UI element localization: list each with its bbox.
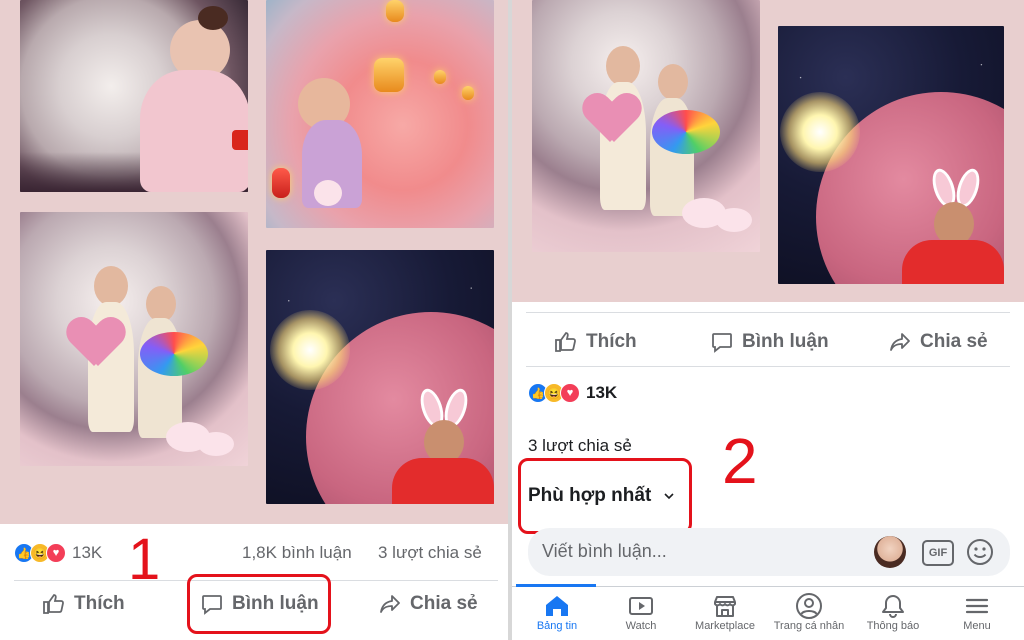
tab-menu[interactable]: Menu bbox=[932, 592, 1022, 632]
reactions-count: 13K bbox=[72, 543, 103, 562]
like-label: Thích bbox=[74, 593, 125, 614]
comment-icon bbox=[712, 333, 732, 353]
tab-notifications[interactable]: Thông báo bbox=[848, 592, 938, 632]
post-photo-girl-lanterns[interactable] bbox=[266, 0, 494, 228]
highlight-box-sort bbox=[518, 458, 692, 534]
shares-count-link[interactable]: 3 lượt chia sẻ bbox=[528, 436, 632, 456]
step-number-2: 2 bbox=[722, 425, 758, 497]
post-photo-grid[interactable] bbox=[0, 0, 508, 524]
tab-label: Bảng tin bbox=[536, 620, 578, 632]
post-photo-man-planet[interactable] bbox=[266, 250, 494, 504]
profile-icon bbox=[796, 593, 822, 619]
bell-icon bbox=[882, 595, 904, 618]
divider bbox=[526, 312, 1010, 313]
left-screenshot: 👍 😆 ♥ 13K 1,8K bình luận 3 lượt chia sẻ … bbox=[0, 0, 508, 640]
share-icon bbox=[890, 333, 910, 351]
comment-placeholder: Viết bình luận... bbox=[542, 541, 667, 561]
active-tab-indicator bbox=[516, 584, 596, 587]
reactions-summary[interactable]: 👍 😆 ♥ 13K bbox=[528, 383, 617, 403]
share-icon bbox=[380, 595, 400, 613]
post-photo-woman-moon[interactable] bbox=[20, 0, 248, 192]
like-button[interactable]: Thích bbox=[554, 330, 637, 354]
video-icon bbox=[629, 597, 653, 615]
home-icon bbox=[546, 596, 568, 616]
like-label: Thích bbox=[586, 331, 637, 352]
shares-count-link[interactable]: 3 lượt chia sẻ bbox=[378, 543, 482, 563]
share-label: Chia sẻ bbox=[920, 331, 988, 352]
tab-profile[interactable]: Trang cá nhân bbox=[764, 592, 854, 632]
highlight-box-comment bbox=[187, 574, 331, 634]
comment-button[interactable]: Bình luận bbox=[710, 330, 829, 354]
right-screenshot: Thích Bình luận Chia sẻ 👍 😆 ♥ 13K 3 lượt… bbox=[512, 0, 1024, 640]
comment-input[interactable]: Viết bình luận... GIF bbox=[528, 528, 1010, 576]
love-reaction-icon: ♥ bbox=[46, 543, 66, 563]
post-photo-children-heart[interactable] bbox=[532, 0, 760, 252]
gif-label: GIF bbox=[928, 547, 948, 559]
tab-marketplace[interactable]: Marketplace bbox=[680, 592, 770, 632]
reactions-count: 13K bbox=[586, 383, 618, 402]
avatar-sticker-icon[interactable] bbox=[874, 536, 906, 568]
comment-label: Bình luận bbox=[742, 331, 829, 352]
tab-news-feed[interactable]: Bảng tin bbox=[512, 592, 602, 632]
post-photo-grid[interactable] bbox=[512, 0, 1024, 302]
thumbs-up-icon bbox=[43, 594, 64, 614]
like-button[interactable]: Thích bbox=[42, 592, 125, 616]
emoji-icon[interactable] bbox=[966, 538, 994, 566]
tab-label: Menu bbox=[963, 620, 991, 632]
divider bbox=[526, 366, 1010, 367]
post-photo-children-heart[interactable] bbox=[20, 212, 248, 466]
tab-label: Marketplace bbox=[695, 620, 755, 632]
share-button[interactable]: Chia sẻ bbox=[378, 592, 478, 616]
menu-icon bbox=[965, 598, 989, 614]
gif-button[interactable]: GIF bbox=[922, 540, 954, 566]
tab-label: Watch bbox=[625, 620, 657, 632]
post-photo-man-planet[interactable] bbox=[778, 26, 1004, 284]
tab-label: Thông báo bbox=[866, 620, 920, 632]
step-number-1: 1 bbox=[128, 527, 161, 592]
share-button[interactable]: Chia sẻ bbox=[888, 330, 988, 354]
tab-label: Trang cá nhân bbox=[773, 620, 845, 632]
love-reaction-icon: ♥ bbox=[560, 383, 580, 403]
thumbs-up-icon bbox=[555, 332, 576, 352]
comments-count-link[interactable]: 1,8K bình luận bbox=[242, 543, 352, 563]
tab-watch[interactable]: Watch bbox=[596, 592, 686, 632]
shop-icon bbox=[714, 596, 736, 617]
reactions-summary[interactable]: 👍 😆 ♥ 13K bbox=[14, 543, 102, 563]
share-label: Chia sẻ bbox=[410, 593, 478, 614]
